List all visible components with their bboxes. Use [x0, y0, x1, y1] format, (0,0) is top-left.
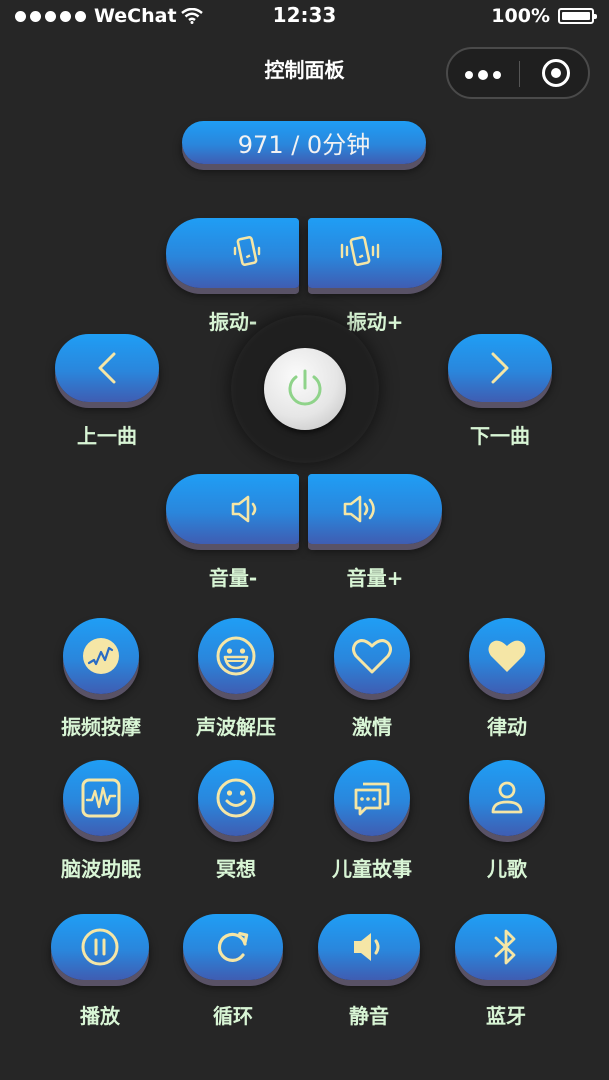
control-label: 蓝牙: [486, 1004, 526, 1028]
power-button[interactable]: [264, 348, 346, 430]
mode-label: 激情: [352, 715, 392, 739]
mode-rhythm-button[interactable]: [469, 618, 545, 694]
bluetooth-button[interactable]: [455, 914, 557, 980]
close-miniprogram-icon[interactable]: [542, 59, 570, 87]
mode-brainwave-button[interactable]: [63, 760, 139, 836]
speaker-icon: [354, 933, 380, 961]
battery-percent: 100%: [491, 5, 550, 27]
pause-icon: [81, 928, 119, 966]
heart-outline-icon: [352, 639, 392, 674]
mute-button[interactable]: [318, 914, 420, 980]
control-label: 循环: [213, 1004, 253, 1028]
volume-high-icon: [343, 495, 375, 523]
volume-up-label: 音量+: [346, 566, 404, 590]
loop-button[interactable]: [183, 914, 283, 980]
mode-label: 脑波助眠: [61, 857, 141, 881]
mode-label: 冥想: [216, 857, 256, 881]
prev-track-button[interactable]: [55, 334, 159, 402]
volume-low-icon: [231, 495, 256, 523]
timer-display[interactable]: 971 / 0分钟: [182, 121, 426, 164]
smile-face-icon: [216, 778, 256, 818]
bluetooth-icon: [494, 929, 516, 965]
volume-down-label: 音量-: [208, 566, 258, 590]
volume-up-button[interactable]: [308, 474, 442, 544]
mode-story-button[interactable]: [334, 760, 410, 836]
mode-passion-button[interactable]: [334, 618, 410, 694]
vibration-up-button[interactable]: [308, 218, 442, 288]
mode-label: 儿歌: [487, 857, 527, 881]
control-label: 播放: [80, 1004, 120, 1028]
mode-meditation-button[interactable]: [198, 760, 274, 836]
next-track-button[interactable]: [448, 334, 552, 402]
mode-label: 声波解压: [196, 715, 276, 739]
phone-vibrate-strong-icon: [340, 235, 380, 267]
mode-soundwave-button[interactable]: [198, 618, 274, 694]
chevron-left-icon: [98, 352, 116, 384]
brainwave-icon: [81, 778, 121, 818]
status-bar: WeChat 12:33 100%: [0, 0, 609, 32]
play-button[interactable]: [51, 914, 149, 980]
miniprogram-capsule: [446, 47, 590, 99]
volume-down-button[interactable]: [166, 474, 299, 544]
prev-track-label: 上一曲: [77, 424, 137, 448]
next-track-label: 下一曲: [470, 424, 530, 448]
control-label: 静音: [349, 1004, 389, 1028]
battery-icon: [558, 8, 597, 24]
mode-massage-button[interactable]: [63, 618, 139, 694]
heart-filled-icon: [488, 640, 526, 672]
power-icon: [288, 369, 322, 406]
mode-label: 振频按摩: [61, 715, 141, 739]
laugh-face-icon: [216, 636, 256, 676]
chevron-right-icon: [491, 352, 509, 384]
massage-wave-icon: [83, 638, 119, 674]
chat-bubble-icon: [354, 782, 390, 816]
battery: 100%: [491, 5, 597, 27]
mode-song-button[interactable]: [469, 760, 545, 836]
phone-vibrate-icon: [233, 235, 260, 267]
more-icon[interactable]: [465, 70, 501, 80]
user-icon: [491, 781, 523, 814]
mode-label: 律动: [487, 715, 527, 739]
vibration-down-button[interactable]: [166, 218, 299, 288]
mode-label: 儿童故事: [332, 857, 412, 881]
loop-icon: [217, 932, 249, 962]
capsule-divider: [519, 61, 520, 87]
